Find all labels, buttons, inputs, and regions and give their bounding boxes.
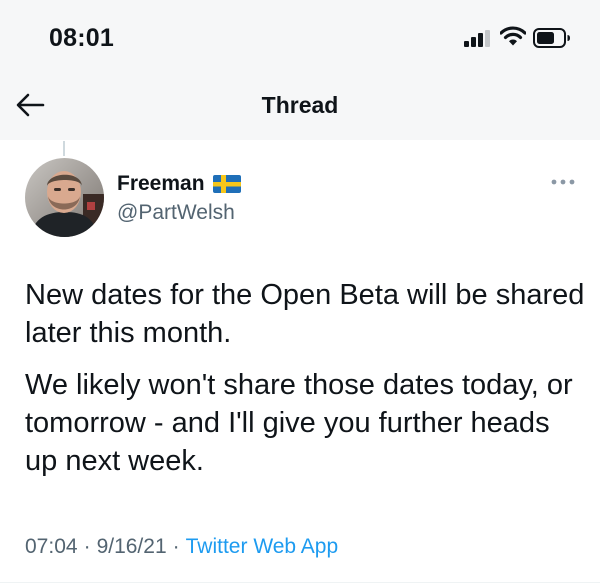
thread-connector-line	[63, 141, 65, 156]
tweet-paragraph: We likely won't share those dates today,…	[25, 369, 573, 477]
battery-icon	[533, 28, 570, 48]
tweet-body: New dates for the Open Beta will be shar…	[25, 276, 585, 480]
meta-separator: ·	[172, 535, 180, 558]
top-bar: 08:01 Thread	[0, 0, 600, 140]
wifi-icon	[500, 26, 526, 46]
tweet-time[interactable]: 07:04	[25, 535, 78, 558]
more-options-icon[interactable]	[550, 178, 576, 186]
author-name-row[interactable]: Freeman	[117, 170, 241, 198]
tweet-meta: 07:04 · 9/16/21 · Twitter Web App	[25, 535, 338, 559]
avatar[interactable]	[25, 158, 104, 237]
author-display-name[interactable]: Freeman	[117, 172, 205, 196]
sweden-flag-icon	[212, 175, 241, 193]
author-handle[interactable]: @PartWelsh	[117, 201, 235, 225]
tweet-date[interactable]: 9/16/21	[97, 535, 167, 558]
tweet-paragraph: New dates for the Open Beta will be shar…	[25, 279, 585, 349]
meta-separator: ·	[83, 535, 91, 558]
tweet-source-link[interactable]: Twitter Web App	[186, 535, 339, 558]
avatar-photo	[25, 158, 104, 237]
cellular-signal-icon	[464, 30, 492, 47]
page-title: Thread	[261, 92, 339, 118]
status-bar-time: 08:01	[49, 24, 114, 52]
divider	[0, 582, 600, 583]
